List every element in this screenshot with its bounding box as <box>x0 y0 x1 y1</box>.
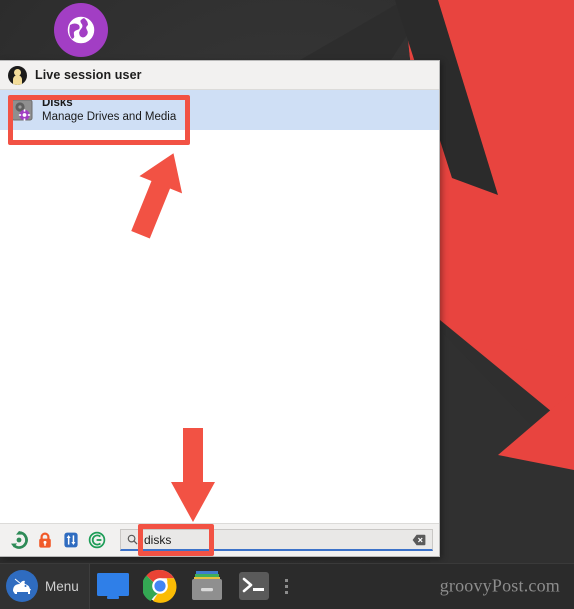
dot <box>285 590 289 594</box>
menu-footer-bar: disks <box>0 523 439 556</box>
avatar-body <box>13 74 22 85</box>
taskbar-chrome-icon[interactable] <box>137 563 184 609</box>
lock-screen-icon[interactable] <box>32 527 58 553</box>
menu-user-header: Live session user <box>0 61 439 90</box>
software-updates-icon[interactable] <box>6 527 32 553</box>
search-input[interactable]: disks <box>120 529 433 551</box>
taskbar-terminal-icon[interactable] <box>231 563 278 609</box>
taskbar-archive-manager-icon[interactable] <box>184 563 231 609</box>
list-item-text: Disks Manage Drives and Media <box>42 97 176 122</box>
list-item-disks[interactable]: Disks Manage Drives and Media <box>0 90 439 130</box>
application-menu-panel[interactable]: Live session user Disks Manage Drives an… <box>0 60 440 557</box>
taskbar-file-manager-icon[interactable] <box>90 563 137 609</box>
watermark-text: groovyPost.com <box>439 575 560 596</box>
list-item-title: Disks <box>42 97 73 110</box>
quit-power-icon[interactable] <box>84 527 110 553</box>
dot <box>285 578 289 582</box>
hard-disk-icon <box>10 98 34 122</box>
taskbar-overflow-dots[interactable] <box>278 563 296 609</box>
search-input-value[interactable]: disks <box>144 533 412 547</box>
dot <box>285 584 289 588</box>
taskbar[interactable]: Menu groovyPost.com <box>0 563 574 609</box>
globe-glyph <box>64 13 98 47</box>
user-name-label: Live session user <box>35 68 142 82</box>
switch-user-icon[interactable] <box>58 527 84 553</box>
globe-icon[interactable] <box>54 3 108 57</box>
search-icon <box>127 534 138 545</box>
taskbar-menu-button-label: Menu <box>45 578 79 594</box>
list-item-subtitle: Manage Drives and Media <box>42 110 177 123</box>
taskbar-menu-button[interactable]: Menu <box>0 563 89 609</box>
linux-mint-logo <box>6 570 38 602</box>
user-avatar[interactable] <box>8 65 27 85</box>
clear-text-icon[interactable] <box>412 534 426 546</box>
menu-search-results-list[interactable]: Disks Manage Drives and Media <box>0 90 439 523</box>
